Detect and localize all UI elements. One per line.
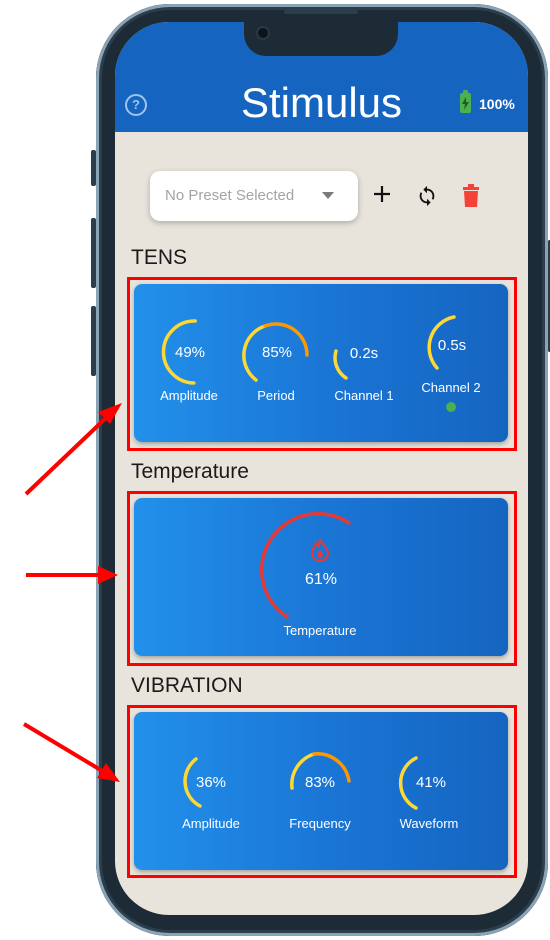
earpiece-speaker bbox=[284, 9, 358, 14]
arrow-to-temperature bbox=[26, 566, 118, 584]
front-camera bbox=[258, 28, 268, 38]
arrow-to-vibration bbox=[22, 722, 120, 782]
arrow-to-tens bbox=[24, 403, 122, 496]
device-notch bbox=[244, 20, 398, 56]
annotation-arrows bbox=[22, 403, 122, 782]
